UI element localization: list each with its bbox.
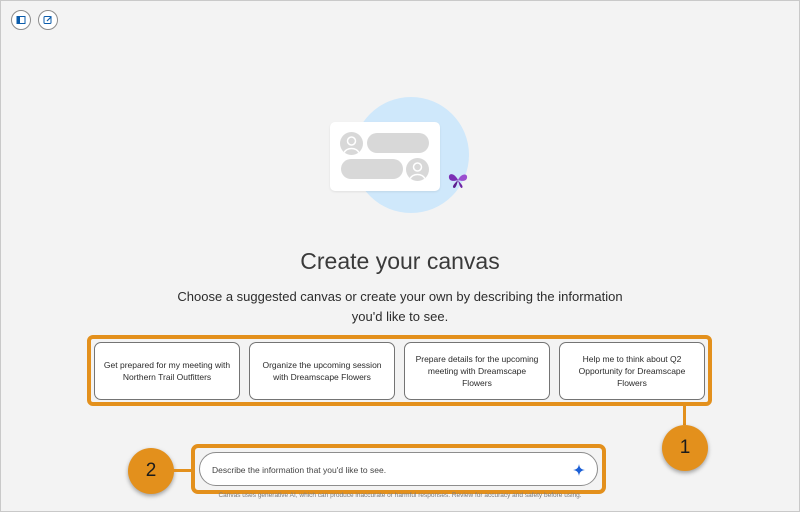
butterfly-icon	[448, 174, 468, 188]
page-subtitle: Choose a suggested canvas or create your…	[177, 289, 623, 324]
sidebar-toggle-icon	[16, 16, 26, 24]
placeholder-bar	[341, 159, 403, 179]
suggestion-card[interactable]: Organize the upcoming session with Dream…	[249, 342, 395, 400]
callout-badge-2: 2	[128, 448, 174, 494]
suggestion-card[interactable]: Get prepared for my meeting with Norther…	[94, 342, 240, 400]
canvas-illustration	[330, 96, 470, 214]
suggestion-card[interactable]: Prepare details for the upcoming meeting…	[404, 342, 550, 400]
callout-badge-1: 1	[662, 425, 708, 471]
new-canvas-button[interactable]	[38, 10, 58, 30]
callout-connector	[172, 469, 192, 472]
placeholder-bar	[367, 133, 429, 153]
page-title: Create your canvas	[300, 248, 500, 274]
avatar-placeholder-icon	[406, 158, 429, 181]
toggle-sidebar-button[interactable]	[11, 10, 31, 30]
ai-disclaimer: Canvas uses generative AI, which can pro…	[218, 492, 582, 499]
hero-card	[330, 122, 440, 191]
callout-connector	[683, 405, 686, 425]
suggestion-card[interactable]: Help me to think about Q2 Opportunity fo…	[559, 342, 705, 400]
avatar-placeholder-icon	[340, 132, 363, 155]
sparkle-icon[interactable]	[573, 464, 585, 476]
prompt-box	[199, 452, 598, 486]
new-canvas-icon	[43, 16, 52, 24]
prompt-input[interactable]	[212, 461, 552, 479]
